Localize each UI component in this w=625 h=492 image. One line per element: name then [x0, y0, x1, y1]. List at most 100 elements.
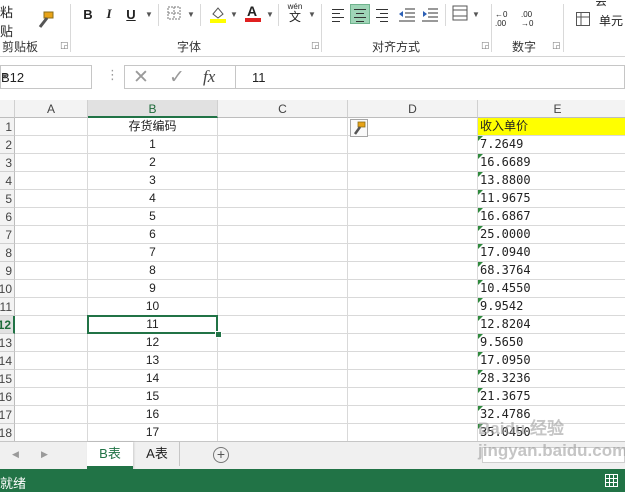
row-header[interactable]: 14	[0, 352, 15, 370]
cell[interactable]	[15, 424, 88, 441]
cell[interactable]	[15, 262, 88, 280]
cell[interactable]	[218, 208, 348, 226]
cell[interactable]	[218, 262, 348, 280]
cell[interactable]: 12.8204	[478, 316, 625, 334]
cell[interactable]	[348, 262, 478, 280]
chevron-down-icon[interactable]: ▼	[145, 10, 153, 19]
cell[interactable]	[348, 154, 478, 172]
increase-decimal-button[interactable]: ←0 .00	[495, 10, 507, 28]
cell[interactable]	[15, 136, 88, 154]
cell[interactable]	[15, 244, 88, 262]
cell[interactable]: 16.6689	[478, 154, 625, 172]
cell[interactable]	[218, 388, 348, 406]
cell[interactable]	[15, 334, 88, 352]
column-header[interactable]: E	[478, 100, 625, 118]
row-header[interactable]: 4	[0, 172, 15, 190]
row-header[interactable]: 6	[0, 208, 15, 226]
cell[interactable]	[218, 190, 348, 208]
bold-button[interactable]: B	[80, 4, 96, 24]
cell[interactable]: 16	[88, 406, 218, 424]
cell[interactable]: 8	[88, 262, 218, 280]
cell[interactable]	[15, 280, 88, 298]
align-right-button[interactable]	[372, 4, 392, 24]
cell[interactable]	[218, 316, 348, 334]
row-header[interactable]: 18	[0, 424, 15, 441]
row-header[interactable]: 1	[0, 118, 15, 136]
font-launcher-icon[interactable]: ◲	[311, 41, 320, 50]
cell[interactable]: 28.3236	[478, 370, 625, 388]
decrease-indent-icon[interactable]	[397, 4, 417, 24]
column-header[interactable]: B	[88, 100, 218, 118]
cell[interactable]: 17.0950	[478, 352, 625, 370]
cell[interactable]	[348, 316, 478, 334]
cell[interactable]: 7.2649	[478, 136, 625, 154]
cell[interactable]	[15, 226, 88, 244]
cell[interactable]	[348, 172, 478, 190]
cell[interactable]	[15, 370, 88, 388]
row-header[interactable]: 15	[0, 370, 15, 388]
cell[interactable]	[15, 406, 88, 424]
select-all-corner[interactable]	[0, 100, 15, 118]
row-header[interactable]: 8	[0, 244, 15, 262]
cell[interactable]	[348, 388, 478, 406]
cell[interactable]: 10.4550	[478, 280, 625, 298]
cell[interactable]	[218, 424, 348, 441]
borders-icon[interactable]	[167, 6, 181, 20]
cell[interactable]	[15, 154, 88, 172]
row-header[interactable]: 5	[0, 190, 15, 208]
cell[interactable]	[218, 352, 348, 370]
cell-icon[interactable]	[576, 12, 590, 26]
sheet-tab-b[interactable]: B表	[87, 442, 133, 469]
cell[interactable]	[218, 280, 348, 298]
column-header[interactable]: C	[218, 100, 348, 118]
cell[interactable]	[218, 226, 348, 244]
cell[interactable]: 15	[88, 388, 218, 406]
prev-sheet-icon[interactable]: ◀	[12, 449, 19, 460]
row-header[interactable]: 9	[0, 262, 15, 280]
row-header[interactable]: 3	[0, 154, 15, 172]
cell[interactable]	[348, 406, 478, 424]
cell[interactable]: 6	[88, 226, 218, 244]
cell[interactable]: 存货编码	[88, 118, 218, 136]
cell[interactable]	[218, 172, 348, 190]
cell[interactable]	[348, 424, 478, 441]
align-center-button[interactable]	[350, 4, 370, 24]
cell[interactable]	[348, 136, 478, 154]
cell[interactable]: 21.3675	[478, 388, 625, 406]
number-launcher-icon[interactable]: ◲	[552, 41, 561, 50]
cell[interactable]: 1	[88, 136, 218, 154]
cell[interactable]	[218, 370, 348, 388]
cell[interactable]	[15, 118, 88, 136]
next-sheet-icon[interactable]: ▶	[41, 449, 48, 460]
cell[interactable]: 17	[88, 424, 218, 441]
cell[interactable]	[218, 334, 348, 352]
chevron-down-icon[interactable]: ▼	[230, 10, 238, 19]
cell[interactable]: 68.3764	[478, 262, 625, 280]
cell[interactable]	[15, 352, 88, 370]
row-header[interactable]: 12	[0, 316, 15, 334]
name-box[interactable]: B12 ▼	[0, 65, 92, 89]
clipboard-launcher-icon[interactable]: ◲	[60, 41, 69, 50]
cell[interactable]: 9	[88, 280, 218, 298]
cell[interactable]	[15, 388, 88, 406]
insert-function-icon[interactable]: fx	[203, 67, 215, 87]
fill-color-icon[interactable]	[209, 4, 227, 24]
italic-button[interactable]: I	[103, 4, 115, 24]
column-header[interactable]: A	[15, 100, 88, 118]
cell[interactable]	[218, 154, 348, 172]
cell[interactable]: 11.9675	[478, 190, 625, 208]
font-color-icon[interactable]: A	[244, 2, 262, 24]
cell[interactable]	[218, 406, 348, 424]
cell[interactable]	[15, 316, 88, 334]
cell[interactable]: 4	[88, 190, 218, 208]
cell[interactable]	[15, 298, 88, 316]
cell[interactable]: 5	[88, 208, 218, 226]
row-header[interactable]: 2	[0, 136, 15, 154]
chevron-down-icon[interactable]: ▼	[187, 10, 195, 19]
decrease-decimal-button[interactable]: .00 →0	[521, 10, 533, 28]
cell[interactable]: 9.5650	[478, 334, 625, 352]
cell[interactable]: 3	[88, 172, 218, 190]
underline-button[interactable]: U	[124, 4, 138, 24]
chevron-down-icon[interactable]: ▼	[472, 10, 480, 19]
chevron-down-icon[interactable]: ▼	[266, 10, 274, 19]
